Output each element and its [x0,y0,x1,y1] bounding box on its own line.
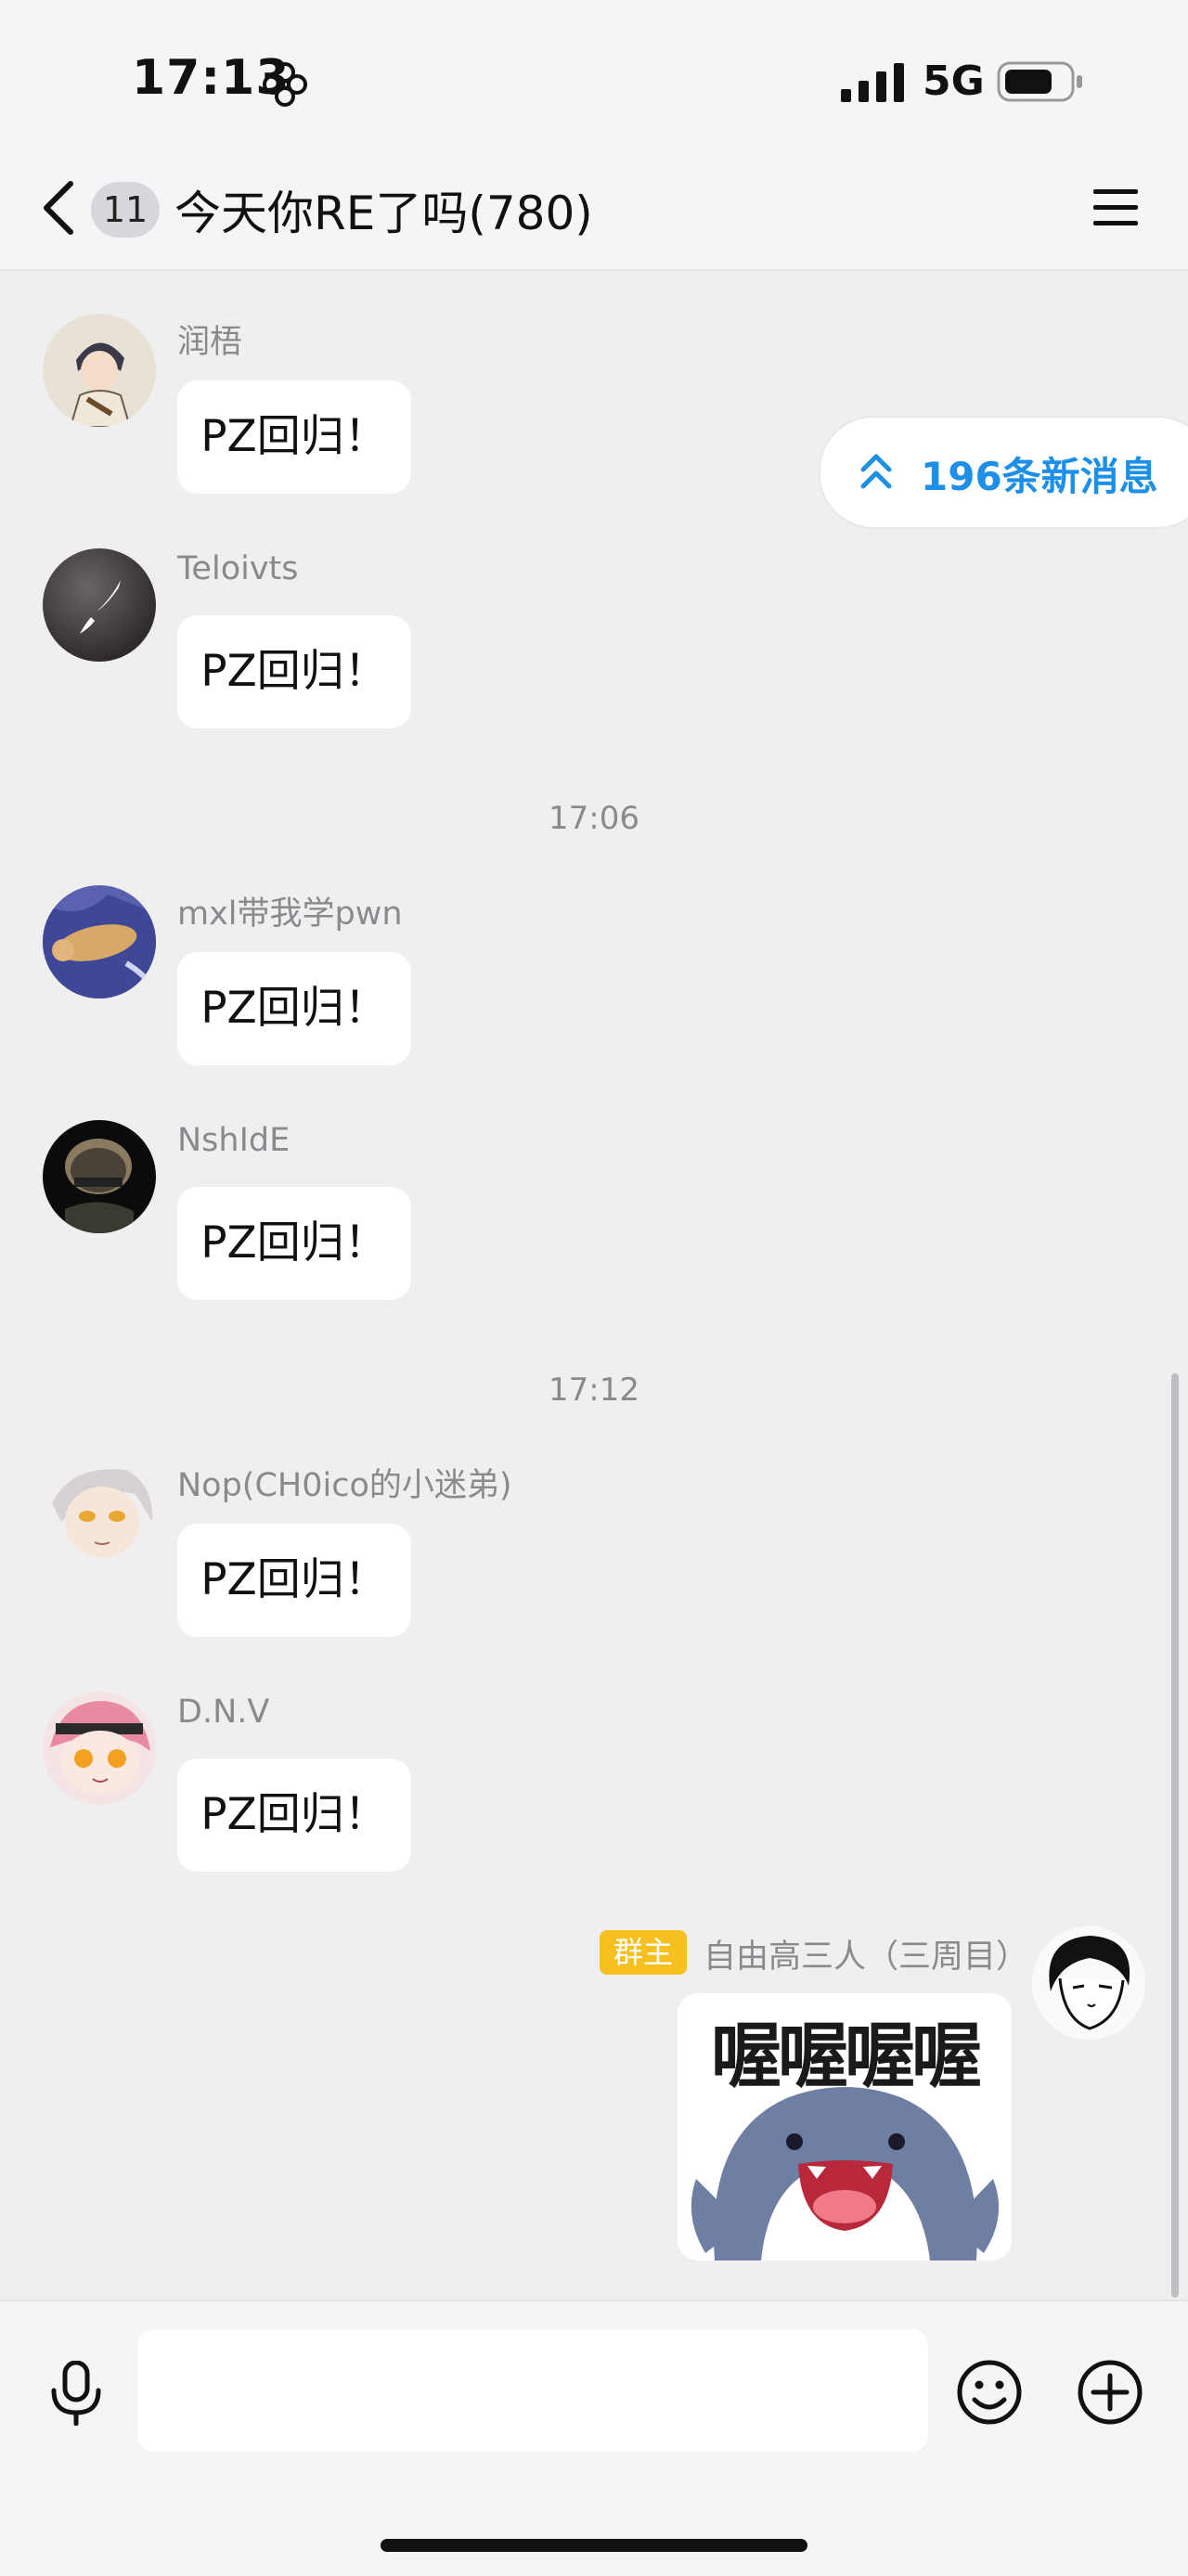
battery-icon [997,61,1082,102]
flower-icon [263,62,307,107]
home-indicator [381,2539,807,2552]
sender-name: Teloivts [177,550,299,587]
avatar[interactable] [43,1457,156,1570]
unread-count-badge[interactable]: 11 [91,182,160,238]
scrollbar[interactable] [1171,1373,1179,2298]
double-chevron-up-icon [860,454,892,489]
avatar[interactable] [43,548,156,662]
sender-name: 润梧 [177,324,243,361]
sender-name: NshIdE [177,1122,291,1159]
group-owner-tag: 群主 [600,1930,687,1975]
sender-name: mxl带我学pwn [177,895,403,933]
new-messages-label: 196条新消息 [921,454,1158,499]
sticker-caption: 喔喔喔喔 [711,2015,982,2097]
emoji-icon[interactable] [956,2359,1023,2426]
message-bubble[interactable]: PZ回归！ [177,1758,411,1872]
avatar[interactable] [1032,1926,1145,2040]
microphone-icon[interactable] [48,2361,104,2426]
message-input[interactable] [137,2329,928,2452]
back-chevron-icon[interactable] [37,178,82,238]
sticker-image[interactable]: 喔喔喔喔 [678,1993,1012,2260]
message-bubble[interactable]: PZ回归！ [177,380,411,494]
cellular-signal-icon [841,63,904,102]
sender-name: 自由高三人（三周目） [704,1938,1029,1976]
message-bubble[interactable]: PZ回归！ [177,1524,411,1637]
timestamp: 17:06 [549,800,639,837]
menu-icon[interactable] [1091,184,1140,232]
input-bar [0,2299,1188,2576]
avatar[interactable] [43,1692,156,1805]
plus-icon[interactable] [1077,2359,1143,2426]
sender-name: D.N.V [177,1694,270,1731]
new-messages-button[interactable]: 196条新消息 [819,416,1188,529]
sender-name: Nop(CH0ico的小迷弟) [177,1467,512,1504]
avatar[interactable] [43,885,156,998]
message-bubble[interactable]: PZ回归！ [177,1187,411,1300]
top-bar: 17:13 5G 11 今天你RE了吗(780) [0,0,1188,271]
message-bubble[interactable]: PZ回归！ [177,615,411,728]
message-bubble[interactable]: PZ回归！ [177,952,411,1065]
chat-title[interactable]: 今天你RE了吗(780) [174,176,593,243]
avatar[interactable] [43,1120,156,1233]
avatar[interactable] [43,314,156,427]
network-type: 5G [923,58,985,105]
timestamp: 17:12 [549,1372,639,1409]
